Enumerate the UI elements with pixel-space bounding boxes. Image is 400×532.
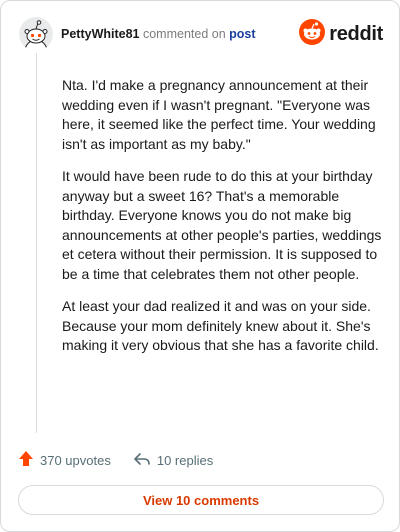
reply-button[interactable]: 10 replies: [133, 451, 213, 470]
reply-arrow-icon: [133, 451, 151, 470]
view-comments-button[interactable]: View 10 comments: [18, 485, 384, 515]
upvote-arrow-icon: [18, 450, 34, 470]
thread-line: [36, 53, 37, 433]
reddit-logo-icon: [299, 18, 326, 50]
brand-name: reddit: [329, 22, 383, 45]
comment-paragraph: It would have been rude to do this at yo…: [62, 168, 382, 282]
snoo-avatar[interactable]: [19, 17, 53, 51]
comment-header: PettyWhite81 commented on post reddit: [19, 15, 383, 55]
upvote-count: 370 upvotes: [40, 452, 111, 468]
comment-body: Nta. I'd make a pregnancy announcement a…: [62, 76, 382, 369]
comment-paragraph: Nta. I'd make a pregnancy announcement a…: [62, 77, 376, 152]
comment-paragraph: At least your dad realized it and was on…: [62, 298, 379, 353]
comment-card: PettyWhite81 commented on post reddit Nt…: [0, 0, 400, 532]
upvote-button[interactable]: 370 upvotes: [18, 450, 111, 470]
username[interactable]: PettyWhite81: [61, 27, 140, 41]
reddit-brand[interactable]: reddit: [299, 18, 383, 50]
post-link[interactable]: post: [229, 27, 255, 41]
comment-actions: 370 upvotes 10 replies: [18, 449, 213, 471]
reply-count: 10 replies: [156, 452, 214, 468]
action-text: commented on: [142, 27, 226, 41]
comment-meta: PettyWhite81 commented on post: [61, 27, 256, 41]
